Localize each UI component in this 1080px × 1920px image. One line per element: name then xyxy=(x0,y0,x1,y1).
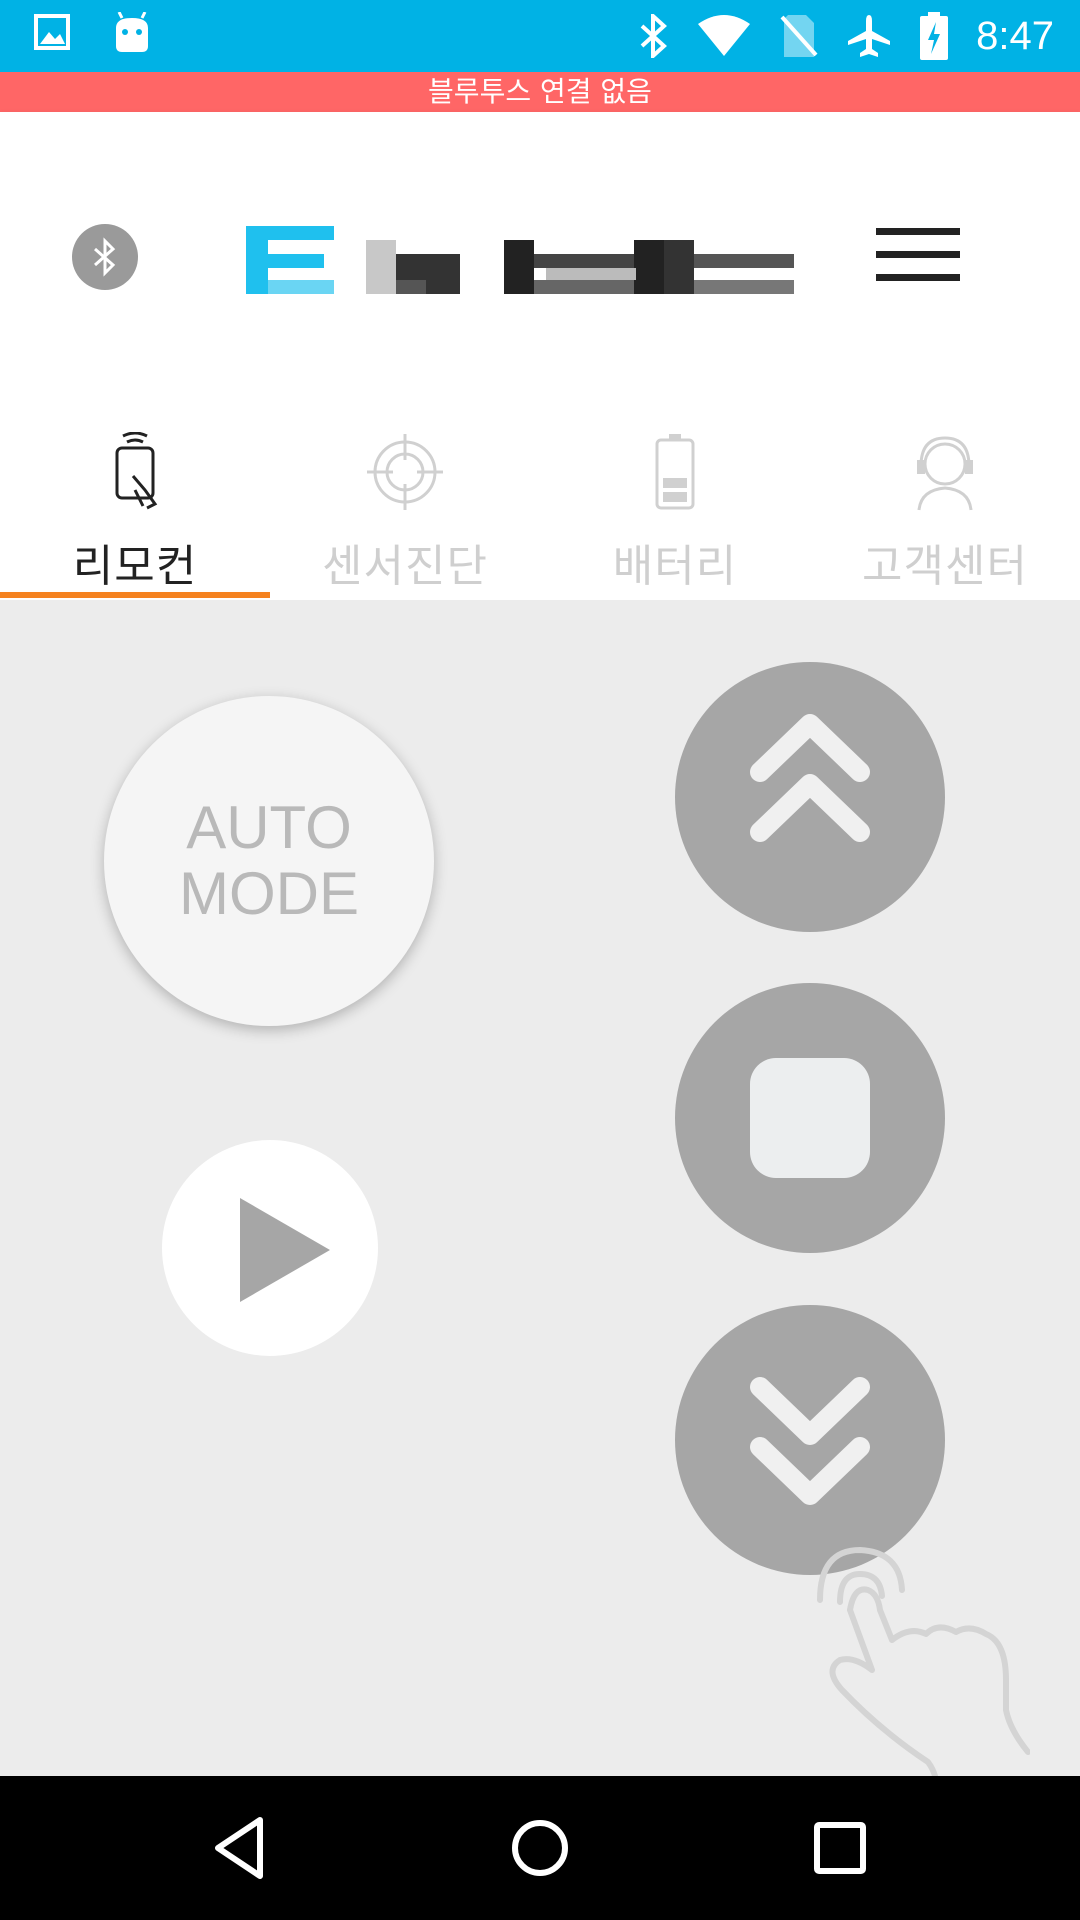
battery-charging-icon xyxy=(920,12,949,60)
auto-mode-button[interactable]: AUTO MODE xyxy=(104,696,434,1026)
double-chevron-up-icon xyxy=(750,714,870,842)
auto-mode-label-line2: MODE xyxy=(179,860,359,927)
remote-control-icon xyxy=(115,432,158,510)
brand-logo xyxy=(246,226,794,294)
active-tab-indicator xyxy=(0,592,270,598)
bluetooth-icon xyxy=(638,14,668,58)
image-icon xyxy=(34,12,72,56)
tab-label: 센서진단 xyxy=(322,541,488,592)
tab-label: 리모컨 xyxy=(72,541,198,592)
home-icon[interactable] xyxy=(504,1812,576,1884)
play-button[interactable] xyxy=(162,1140,378,1356)
android-icon xyxy=(112,12,152,56)
battery-icon xyxy=(655,434,695,510)
navigation-bar xyxy=(0,1776,1080,1920)
status-bar: 8:47 xyxy=(0,0,1080,72)
tab-battery[interactable]: 배터리 xyxy=(540,400,810,600)
clock: 8:47 xyxy=(976,13,1054,58)
stop-button[interactable] xyxy=(675,983,945,1253)
auto-mode-label-line1: AUTO xyxy=(186,794,352,861)
airplane-icon xyxy=(846,13,892,59)
tab-remote[interactable]: 리모컨 xyxy=(0,400,270,600)
forward-button[interactable] xyxy=(675,662,945,932)
tap-hand-icon xyxy=(817,1546,1030,1780)
recent-apps-icon[interactable] xyxy=(804,1812,876,1884)
stop-square-icon xyxy=(750,1058,870,1178)
app-header xyxy=(0,112,1080,400)
tab-bar: 리모컨 센서진단 배터리 고객센터 xyxy=(0,400,1080,600)
tab-customer-center[interactable]: 고객센터 xyxy=(810,400,1080,600)
play-icon xyxy=(240,1198,330,1302)
tab-label: 배터리 xyxy=(612,541,738,592)
tab-label: 고객센터 xyxy=(862,541,1028,592)
bluetooth-button[interactable] xyxy=(72,224,138,290)
tab-sensor-diagnosis[interactable]: 센서진단 xyxy=(270,400,540,600)
hamburger-menu-icon[interactable] xyxy=(876,228,960,290)
wifi-icon xyxy=(696,14,752,58)
no-sim-icon xyxy=(780,13,818,59)
bluetooth-status-banner: 블루투스 연결 없음 xyxy=(0,72,1080,112)
bluetooth-icon xyxy=(94,237,116,277)
crosshair-icon xyxy=(367,434,443,510)
back-icon[interactable] xyxy=(204,1812,276,1884)
headset-agent-icon xyxy=(917,436,973,511)
